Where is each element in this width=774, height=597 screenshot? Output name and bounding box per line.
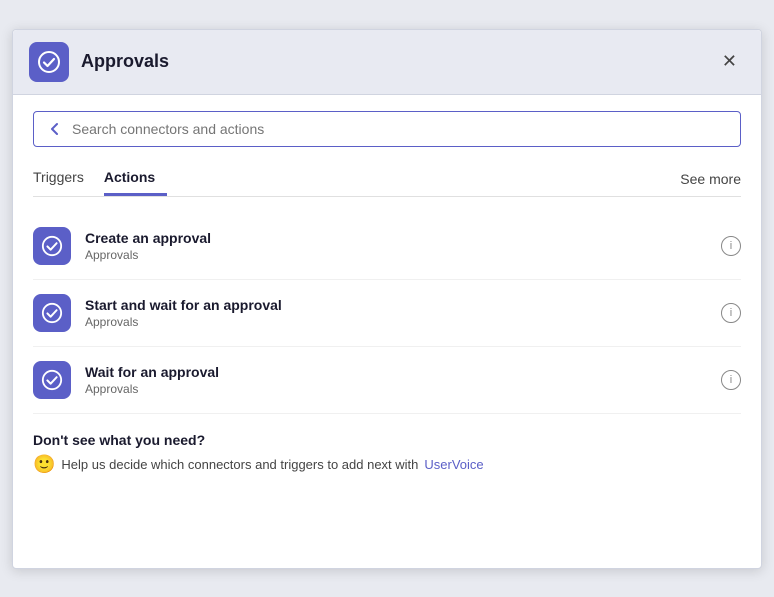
dialog-header: Approvals ✕ [13, 30, 761, 95]
dialog-body: Triggers Actions See more Create an appr… [13, 95, 761, 568]
action-item-create-approval[interactable]: Create an approval Approvals i [33, 213, 741, 280]
footer-headline: Don't see what you need? [33, 432, 741, 448]
smiley-icon: 🙂 [33, 454, 55, 475]
action-icon-create [33, 227, 71, 265]
action-info-wait: Wait for an approval Approvals [85, 364, 721, 396]
action-icon-start-wait [33, 294, 71, 332]
info-icon-wait[interactable]: i [721, 370, 741, 390]
action-icon-wait [33, 361, 71, 399]
tabs-bar: Triggers Actions See more [33, 163, 741, 197]
info-icon-create[interactable]: i [721, 236, 741, 256]
footer: Don't see what you need? 🙂 Help us decid… [33, 432, 741, 483]
action-name-start-wait: Start and wait for an approval [85, 297, 721, 313]
action-info-start-wait: Start and wait for an approval Approvals [85, 297, 721, 329]
search-input[interactable] [72, 121, 728, 137]
action-item-wait[interactable]: Wait for an approval Approvals i [33, 347, 741, 414]
see-more-button[interactable]: See more [680, 171, 741, 187]
approvals-app-icon [29, 42, 69, 82]
footer-body-text: Help us decide which connectors and trig… [61, 457, 418, 472]
action-item-start-wait[interactable]: Start and wait for an approval Approvals… [33, 280, 741, 347]
info-icon-start-wait[interactable]: i [721, 303, 741, 323]
search-bar [33, 111, 741, 147]
action-sub-start-wait: Approvals [85, 315, 721, 329]
action-name-create: Create an approval [85, 230, 721, 246]
action-sub-create: Approvals [85, 248, 721, 262]
close-button[interactable]: ✕ [714, 47, 745, 76]
action-info-create: Create an approval Approvals [85, 230, 721, 262]
dialog-title: Approvals [81, 51, 714, 72]
action-name-wait: Wait for an approval [85, 364, 721, 380]
footer-text: 🙂 Help us decide which connectors and tr… [33, 454, 741, 475]
action-sub-wait: Approvals [85, 382, 721, 396]
tab-actions[interactable]: Actions [104, 163, 167, 196]
back-button[interactable] [46, 120, 64, 138]
tab-triggers[interactable]: Triggers [33, 163, 96, 196]
approvals-dialog: Approvals ✕ Triggers Actions See more [12, 29, 762, 569]
uservoice-link[interactable]: UserVoice [424, 457, 483, 472]
actions-list: Create an approval Approvals i Start and… [33, 213, 741, 414]
